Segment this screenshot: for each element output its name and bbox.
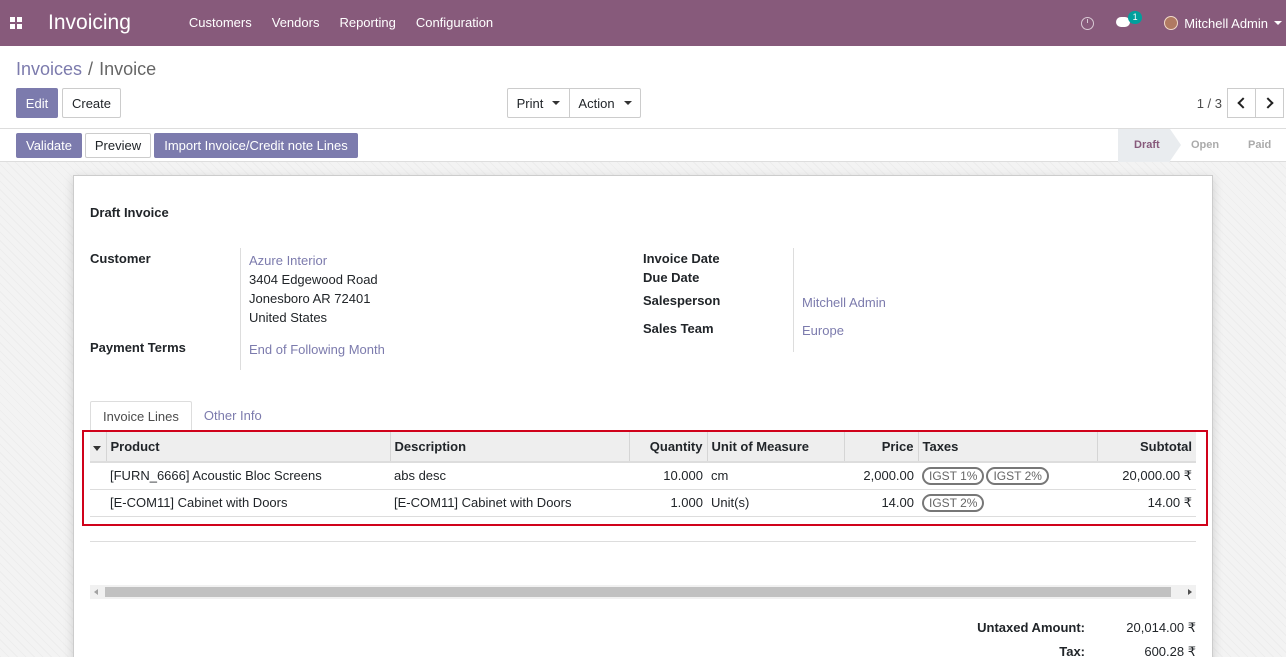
highlight-box [82,430,1208,526]
print-label: Print [516,95,544,111]
sales-team-link[interactable]: Europe [802,323,844,338]
activity-clock-icon[interactable] [1081,16,1095,30]
untaxed-amount-label: Untaxed Amount: [977,620,1085,635]
stage-draft-label: Draft [1134,139,1160,151]
main-menu: Customers Vendors Reporting Configuratio… [179,0,503,46]
notebook-tabs: Invoice Lines Other Info [90,401,274,431]
action-caret-icon [623,101,632,105]
untaxed-amount-value: 20,014.00 ₹ [1126,620,1196,635]
app-brand[interactable]: Invoicing [48,11,131,35]
import-lines-button[interactable]: Import Invoice/Credit note Lines [154,133,358,158]
chevron-left-icon [1237,97,1249,109]
customer-address-line: United States [249,310,328,325]
chevron-right-icon [1262,97,1274,109]
control-panel: Invoices / Invoice Edit Create Print Actio… [0,46,1286,129]
create-button[interactable]: Create [62,88,121,118]
messages-count-badge: 1 [1128,11,1143,24]
pager-previous-button[interactable] [1227,88,1256,118]
tab-invoice-lines[interactable]: Invoice Lines [90,401,192,431]
action-label: Action [578,95,615,111]
status-bar: Validate Preview Import Invoice/Credit n… [0,129,1286,162]
user-avatar[interactable] [1164,16,1179,30]
messages-icon[interactable]: 1 [1116,11,1143,29]
payment-terms-label: Payment Terms [90,340,186,355]
breadcrumb-current: Invoice [99,59,157,79]
menu-item-customers[interactable]: Customers [179,0,262,46]
print-dropdown-button[interactable]: Print [507,88,570,118]
horizontal-scrollbar[interactable] [90,585,1196,599]
preview-button[interactable]: Preview [85,133,151,158]
print-caret-icon [552,101,561,105]
user-menu-caret-icon [1274,21,1282,25]
stage-paid: Paid [1228,129,1286,162]
customer-label: Customer [90,251,151,266]
customer-address-line: 3404 Edgewood Road [249,272,378,287]
form-title: Draft Invoice [90,205,169,220]
salesperson-link[interactable]: Mitchell Admin [802,295,886,310]
status-stages: Draft Open Paid [1118,129,1286,162]
salesperson-label: Salesperson [643,293,721,308]
pager-value[interactable]: 1 / 3 [1197,96,1222,111]
tax-label: Tax: [1059,644,1085,657]
breadcrumb: Invoices / Invoice [16,59,156,80]
payment-terms-link[interactable]: End of Following Month [249,342,385,357]
tax-value: 600.28 ₹ [1144,644,1196,657]
apps-menu-icon[interactable] [0,0,32,46]
stage-open-label: Open [1191,139,1220,151]
pager-next-button[interactable] [1255,88,1284,118]
tab-other-info[interactable]: Other Info [192,401,274,431]
user-menu[interactable]: Mitchell Admin [1184,16,1268,31]
separator-line [90,541,1196,542]
edit-button[interactable]: Edit [16,88,58,118]
invoice-form-sheet: Draft Invoice Customer Azure Interior 34… [73,175,1213,657]
divider [793,248,794,352]
breadcrumb-separator: / [88,59,94,79]
menu-item-configuration[interactable]: Configuration [406,0,503,46]
validate-button[interactable]: Validate [16,133,82,158]
invoice-date-label: Invoice Date [643,251,720,266]
top-navbar: Invoicing Customers Vendors Reporting Co… [0,0,1286,46]
scroll-left-icon[interactable] [94,589,98,595]
scrollbar-thumb[interactable] [105,587,1171,597]
sales-team-label: Sales Team [643,321,714,336]
menu-item-vendors[interactable]: Vendors [262,0,330,46]
stage-draft: Draft [1118,129,1181,162]
scroll-right-icon[interactable] [1188,589,1192,595]
due-date-label: Due Date [643,270,700,285]
navbar-right: 1 Mitchell Admin [1081,0,1286,46]
customer-address-line: Jonesboro AR 72401 [249,291,371,306]
menu-item-reporting[interactable]: Reporting [329,0,405,46]
customer-name-link[interactable]: Azure Interior [249,253,327,268]
breadcrumb-invoices-link[interactable]: Invoices [16,59,82,79]
stage-paid-label: Paid [1248,139,1272,151]
action-dropdown-button[interactable]: Action [569,88,641,118]
divider [240,248,241,370]
